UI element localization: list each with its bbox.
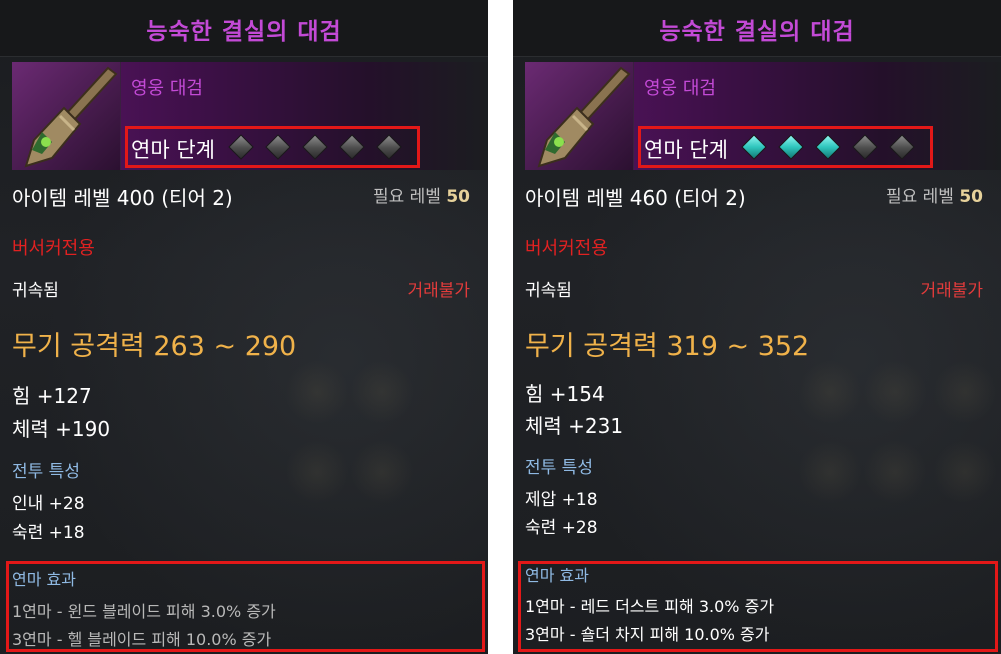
stat-vitality: 체력 +190: [12, 417, 111, 441]
required-level-value: 50: [446, 187, 470, 207]
greatsword-icon: [525, 62, 634, 170]
refine-effect-line: 1연마 - 레드 더스트 피해 3.0% 증가: [525, 597, 775, 616]
combat-stat: 제압 +18: [525, 490, 598, 510]
weapon-attack: 무기 공격력 263 ~ 290: [12, 331, 297, 362]
trade-status: 거래불가: [407, 281, 470, 301]
required-level: 필요 레벨 50: [886, 182, 983, 207]
greatsword-icon: [12, 62, 121, 170]
stat-vitality: 체력 +231: [525, 414, 624, 438]
item-name: 능숙한 결실의 대검: [659, 19, 855, 45]
combat-stat: 인내 +28: [12, 494, 85, 514]
item-name: 능숙한 결실의 대검: [146, 19, 342, 45]
refine-effect-title: 연마 효과: [525, 566, 589, 585]
item-grade: 영웅 대검: [644, 78, 716, 99]
item-tooltip-left: 능숙한 결실의 대검 영웅 대검 연마 단계 아이템 레벨 400 (티어 2)…: [0, 0, 488, 654]
item-level: 아이템 레벨 460 (티어 2): [525, 186, 746, 210]
required-level-label: 필요 레벨: [372, 187, 441, 207]
class-restriction: 버서커전용: [525, 238, 608, 259]
title-bar: 능숙한 결실의 대검: [0, 0, 488, 57]
required-level-label: 필요 레벨: [885, 187, 954, 207]
refine-effect-line: 1연마 - 윈드 블레이드 피해 3.0% 증가: [12, 602, 276, 621]
combat-stats-title: 전투 특성: [12, 462, 80, 482]
item-level: 아이템 레벨 400 (티어 2): [12, 186, 233, 210]
refine-highlight-box: [638, 126, 933, 168]
refine-effect-line: 3연마 - 숄더 차지 피해 10.0% 증가: [525, 625, 770, 644]
trade-status: 거래불가: [920, 281, 983, 301]
required-level: 필요 레벨 50: [373, 182, 470, 207]
bound-status: 귀속됨: [12, 281, 59, 301]
bound-status: 귀속됨: [525, 281, 572, 301]
class-restriction: 버서커전용: [12, 238, 95, 259]
weapon-attack: 무기 공격력 319 ~ 352: [525, 331, 810, 362]
combat-stat: 숙련 +18: [12, 523, 85, 543]
title-bar: 능숙한 결실의 대검: [513, 0, 1001, 57]
refine-highlight-box: [125, 126, 420, 168]
stat-strength: 힘 +154: [525, 382, 605, 406]
item-tooltip-right: 능숙한 결실의 대검 영웅 대검 연마 단계 아이템 레벨 460 (티어 2)…: [513, 0, 1001, 654]
stat-strength: 힘 +127: [12, 384, 92, 408]
required-level-value: 50: [959, 187, 983, 207]
refine-effect-line: 3연마 - 헬 블레이드 피해 10.0% 증가: [12, 630, 272, 649]
item-grade: 영웅 대검: [131, 78, 203, 99]
combat-stat: 숙련 +28: [525, 518, 598, 538]
combat-stats-title: 전투 특성: [525, 458, 593, 478]
refine-effect-title: 연마 효과: [12, 570, 76, 589]
